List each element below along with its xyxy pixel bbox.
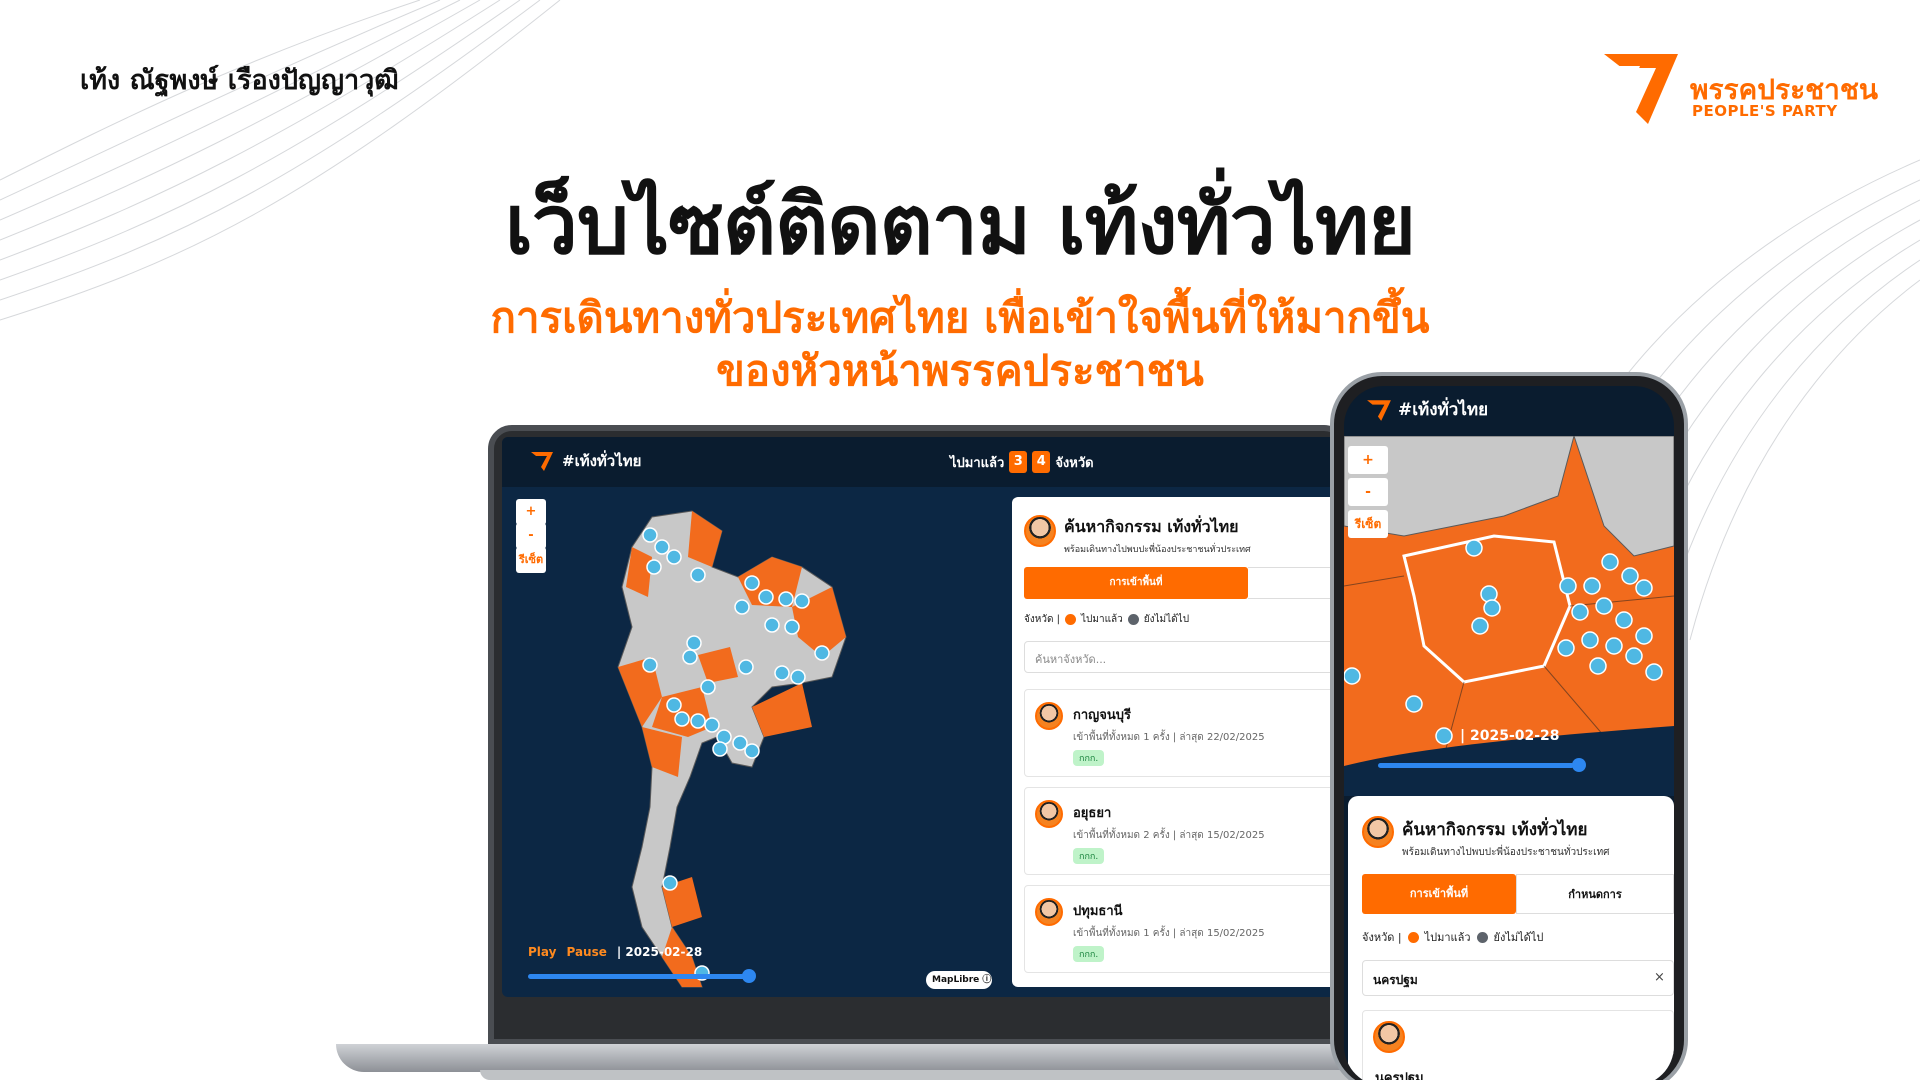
visited-dot-icon	[1407, 931, 1419, 943]
avatar	[1035, 898, 1063, 926]
party-logo-mark-icon	[1604, 54, 1678, 124]
pause-button[interactable]: Pause	[566, 945, 606, 959]
activity-search-panel: ค้นหากิจกรรม เท้งทั่วไทย พร้อมเดินทางไปพ…	[1348, 796, 1674, 1080]
laptop-base	[336, 1044, 1406, 1072]
zoom-out-button[interactable]: -	[1348, 478, 1388, 506]
tab-schedule[interactable]: กำหนดการ	[1516, 874, 1674, 914]
panel-description: พร้อมเดินทางไปพบปะพี่น้องประชาชนทั่วประเ…	[1064, 545, 1251, 555]
site-brand[interactable]: #เท้งทั่วไทย	[1366, 396, 1488, 423]
avatar	[1362, 816, 1394, 848]
clear-search-button[interactable]: ×	[1654, 970, 1665, 985]
site-brand-label: #เท้งทั่วไทย	[562, 452, 642, 470]
status-badge: กกก.	[1073, 750, 1105, 766]
reset-button[interactable]: รีเซ็ต	[1348, 510, 1388, 538]
party-logo: พรรคประชาชน PEOPLE'S PARTY	[1600, 48, 1900, 132]
list-item[interactable]: นครปฐม	[1362, 1010, 1674, 1080]
reset-button[interactable]: รีเซ็ต	[516, 547, 546, 573]
timeline-slider[interactable]	[1378, 763, 1574, 768]
visited-dot-icon	[1065, 614, 1076, 625]
counter-unit: จังหวัด	[1055, 455, 1094, 471]
timeline-handle[interactable]	[1572, 758, 1586, 772]
playback-controls: Play Pause | 2025-02-28	[528, 945, 702, 959]
counter-digit: 3	[1009, 451, 1028, 473]
not-visited-dot-icon	[1476, 931, 1488, 943]
zoom-in-button[interactable]: +	[1348, 446, 1388, 474]
info-icon: ⓘ	[982, 975, 992, 985]
panel-description: พร้อมเดินทางไปพบปะพี่น้องประชาชนทั่วประเ…	[1402, 847, 1610, 858]
tab-area-visits[interactable]: การเข้าพื้นที่	[1024, 567, 1248, 599]
party-name-english: PEOPLE'S PARTY	[1692, 102, 1838, 120]
laptop-screen: #เท้งทั่วไทย ไปมาแล้ว 3 4 จังหวัด + - รี…	[502, 437, 1402, 997]
avatar	[1035, 702, 1063, 730]
phone-screen: #เท้งทั่วไทย + - รีเซ็ต | 2025-02-28 ค้น…	[1344, 386, 1674, 1080]
thailand-map[interactable]	[502, 487, 1012, 997]
avatar	[1024, 515, 1056, 547]
play-button[interactable]: Play	[528, 945, 556, 959]
party-logo-icon	[531, 452, 553, 471]
avatar	[1373, 1021, 1405, 1053]
zoom-in-button[interactable]: +	[516, 499, 546, 525]
timeline-date: | 2025-02-28	[616, 945, 703, 959]
site-header: #เท้งทั่วไทย ไปมาแล้ว 3 4 จังหวัด	[502, 437, 1402, 487]
map-legend: จังหวัด | ไปมาแล้ว ยังไม่ได้ไป	[1362, 931, 1544, 944]
zoom-out-button[interactable]: -	[516, 523, 546, 549]
laptop-base-shadow	[480, 1070, 1380, 1080]
status-badge: กกก.	[1073, 946, 1105, 962]
author-name: เท้ง ณัฐพงษ์ เรืองปัญญาวุฒิ	[80, 65, 399, 96]
panel-title: ค้นหากิจกรรม เท้งทั่วไทย	[1402, 820, 1588, 840]
tab-area-visits[interactable]: การเข้าพื้นที่	[1362, 874, 1516, 914]
page-title: เว็บไซต์ติดตาม เท้งทั่วไทย	[504, 178, 1416, 273]
site-brand-label: #เท้งทั่วไทย	[1398, 400, 1489, 420]
panel-title: ค้นหากิจกรรม เท้งทั่วไทย	[1064, 517, 1239, 536]
counter-label: ไปมาแล้ว	[950, 455, 1005, 471]
site-brand[interactable]: #เท้งทั่วไทย	[530, 449, 641, 473]
timeline-slider[interactable]	[528, 974, 750, 979]
map-legend: จังหวัด | ไปมาแล้ว ยังไม่ได้ไป	[1024, 614, 1190, 625]
province-counter: ไปมาแล้ว 3 4 จังหวัด	[950, 451, 1094, 473]
avatar	[1035, 800, 1063, 828]
province-search-input[interactable]: นครปฐม	[1362, 960, 1674, 996]
maplibre-attribution[interactable]: MapLibre ⓘ	[926, 971, 992, 989]
party-logo-icon	[1367, 399, 1391, 421]
timeline-handle[interactable]	[742, 969, 756, 983]
counter-digit: 4	[1032, 451, 1051, 473]
status-badge: กกก.	[1073, 848, 1105, 864]
timeline-date: | 2025-02-28	[1460, 728, 1560, 744]
not-visited-dot-icon	[1127, 614, 1139, 625]
